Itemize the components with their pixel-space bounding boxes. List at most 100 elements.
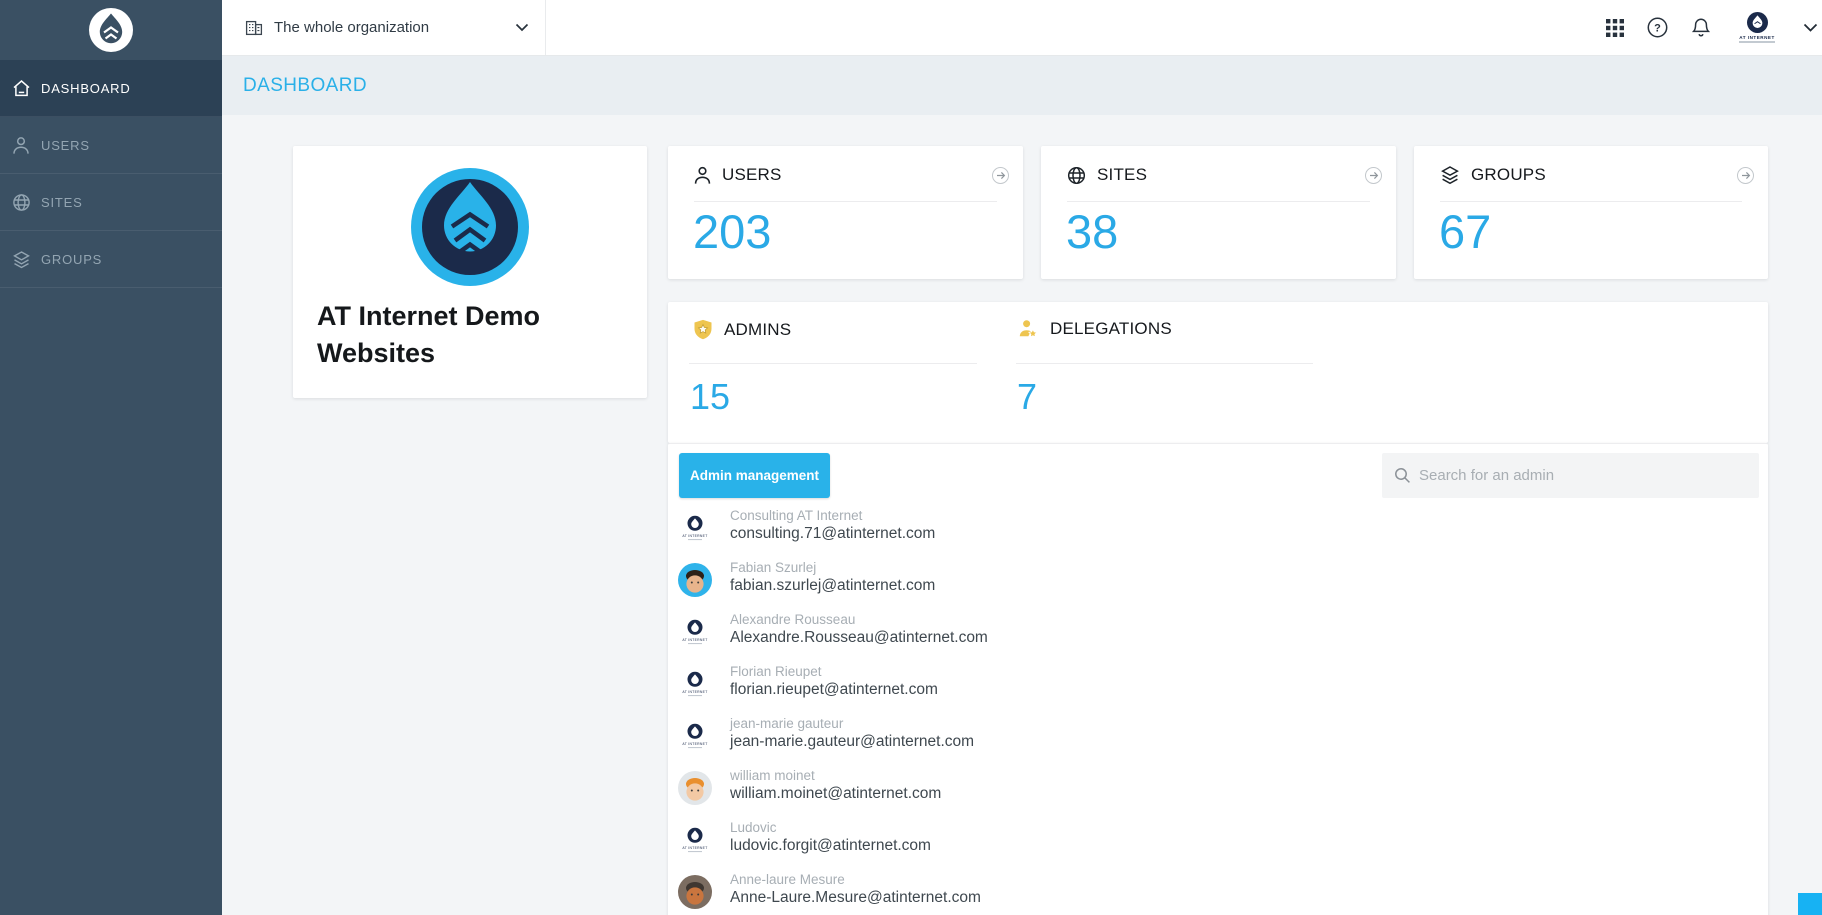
chevron-down-icon — [1803, 23, 1818, 32]
sidebar-item-sites[interactable]: SITES — [0, 174, 222, 231]
account-label: AT INTERNET — [1739, 35, 1775, 40]
admin-email: ludovic.forgit@atinternet.com — [730, 837, 931, 855]
atinternet-leaf-logo-icon — [89, 8, 133, 52]
avatar-atinternet-logo: AT INTERNET — [678, 615, 712, 649]
stat-label: SITES — [1097, 165, 1147, 185]
avatar-atinternet-logo: AT INTERNET — [678, 823, 712, 857]
sites-stat-header: SITES — [1067, 165, 1147, 185]
stat-label: ADMINS — [724, 320, 791, 340]
svg-text:AT INTERNET: AT INTERNET — [682, 534, 707, 538]
organization-title: AT Internet Demo Websites — [317, 298, 629, 372]
delegations-count: 7 — [1017, 379, 1037, 415]
admin-list-item[interactable]: AT INTERNET Alexandre Rousseau Alexandre.R… — [677, 614, 1217, 666]
admin-name: Ludovic — [730, 820, 777, 835]
groups-count: 67 — [1439, 208, 1491, 255]
svg-text:AT INTERNET: AT INTERNET — [682, 690, 707, 694]
main-content: AT Internet Demo Websites USERS 203 — [222, 115, 1822, 915]
sites-card-link[interactable] — [1365, 167, 1382, 184]
admin-email: jean-marie.gauteur@atinternet.com — [730, 733, 974, 751]
admin-email: Anne-Laure.Mesure@atinternet.com — [730, 889, 981, 907]
atinternet-leaf-logo — [411, 168, 529, 286]
users-count: 203 — [693, 208, 771, 255]
notifications-button[interactable] — [1691, 17, 1711, 38]
admin-email: florian.rieupet@atinternet.com — [730, 681, 938, 699]
globe-icon — [11, 192, 31, 212]
admin-name: william moinet — [730, 768, 815, 783]
admin-name: Consulting AT Internet — [730, 508, 862, 523]
user-icon — [694, 166, 711, 185]
sidebar-item-label: DASHBOARD — [41, 81, 131, 96]
sidebar-item-label: SITES — [41, 195, 83, 210]
account-menu[interactable]: AT INTERNET — [1734, 12, 1780, 44]
layers-icon — [1440, 165, 1460, 185]
groups-stat-header: GROUPS — [1440, 165, 1546, 185]
avatar-atinternet-logo: AT INTERNET — [678, 719, 712, 753]
sidebar-logo[interactable] — [0, 0, 222, 60]
admin-email: fabian.szurlej@atinternet.com — [730, 577, 935, 595]
sidebar-item-dashboard[interactable]: DASHBOARD — [0, 60, 222, 117]
admin-email: Alexandre.Rousseau@atinternet.com — [730, 629, 988, 647]
organization-selector[interactable]: The whole organization — [222, 0, 546, 55]
account-tagline — [1739, 41, 1775, 43]
svg-text:?: ? — [1654, 23, 1661, 35]
admin-email: consulting.71@atinternet.com — [730, 525, 935, 543]
svg-text:AT INTERNET: AT INTERNET — [682, 846, 707, 850]
users-stat-card: USERS 203 — [668, 146, 1023, 279]
avatar-photo — [678, 771, 712, 805]
admin-list: AT INTERNET Consulting AT Internet consult… — [677, 510, 1217, 915]
chevron-down-icon — [515, 23, 529, 32]
atinternet-logo-avatar — [1747, 12, 1768, 33]
organization-card: AT Internet Demo Websites — [293, 146, 647, 398]
apps-grid-icon — [1606, 19, 1624, 37]
sidebar-item-users[interactable]: USERS — [0, 117, 222, 174]
apps-grid-button[interactable] — [1606, 19, 1624, 37]
admin-list-item[interactable]: AT INTERNET Consulting AT Internet consult… — [677, 510, 1217, 562]
help-button[interactable]: ? — [1647, 17, 1668, 38]
topbar-actions: ? — [1606, 0, 1818, 55]
account-chevron-button[interactable] — [1803, 23, 1818, 32]
avatar-atinternet-logo: AT INTERNET — [678, 667, 712, 701]
admin-name: Alexandre Rousseau — [730, 612, 855, 627]
search-icon — [1394, 467, 1411, 484]
breadcrumb[interactable]: DASHBOARD — [243, 75, 367, 97]
admin-list-item[interactable]: AT INTERNETFlorian Rieupetflorian.rieupe… — [677, 666, 1217, 718]
admin-list-item[interactable]: Fabian Szurlej fabian.szurlej@atinternet.… — [677, 562, 1217, 614]
avatar-photo — [678, 563, 712, 597]
delegations-column: DELEGATIONS 7 — [993, 302, 1393, 443]
admin-name: jean-marie gauteur — [730, 716, 843, 731]
shield-star-icon — [693, 319, 713, 340]
admin-list-item[interactable]: AT INTERNET Ludovic ludovic.forgit@atinter… — [677, 822, 1217, 874]
help-icon: ? — [1647, 17, 1668, 38]
avatar-photo — [678, 875, 712, 909]
admin-management-panel: Admin management AT INTERNET Consulting A… — [668, 443, 1768, 915]
divider — [1440, 201, 1742, 202]
admin-list-item[interactable]: AT INTERNET jean-marie gauteur jean-marie.… — [677, 718, 1217, 770]
admin-name: Fabian Szurlej — [730, 560, 816, 575]
admins-count: 15 — [690, 379, 730, 415]
stat-label: DELEGATIONS — [1050, 319, 1172, 339]
svg-text:AT INTERNET: AT INTERNET — [682, 638, 707, 642]
delegations-header: DELEGATIONS — [1018, 319, 1172, 339]
admins-header: ADMINS — [693, 319, 791, 340]
avatar-atinternet-logo: AT INTERNET — [678, 511, 712, 545]
user-icon — [11, 135, 31, 155]
groups-card-link[interactable] — [1737, 167, 1754, 184]
users-card-link[interactable] — [992, 167, 1009, 184]
admin-search-input[interactable] — [1419, 453, 1759, 498]
admin-list-item[interactable]: Anne-laure MesureAnne-Laure.Mesure@atint… — [677, 874, 1217, 915]
users-stat-header: USERS — [694, 165, 782, 185]
breadcrumb-bar: DASHBOARD — [222, 56, 1822, 115]
admin-search-box — [1382, 453, 1759, 498]
sites-count: 38 — [1066, 208, 1118, 255]
sidebar-nav: DASHBOARD USERS SITES — [0, 60, 222, 288]
admin-list-item[interactable]: william moinetwilliam.moinet@atinternet.… — [677, 770, 1217, 822]
sites-stat-card: SITES 38 — [1041, 146, 1396, 279]
admins-column: ADMINS 15 — [668, 302, 998, 443]
globe-icon — [1067, 166, 1086, 185]
sidebar-item-groups[interactable]: GROUPS — [0, 231, 222, 288]
admin-management-button[interactable]: Admin management — [679, 453, 830, 498]
divider — [694, 201, 997, 202]
person-star-icon — [1018, 319, 1039, 339]
scrollbar-corner[interactable] — [1798, 893, 1822, 915]
divider — [1067, 201, 1370, 202]
